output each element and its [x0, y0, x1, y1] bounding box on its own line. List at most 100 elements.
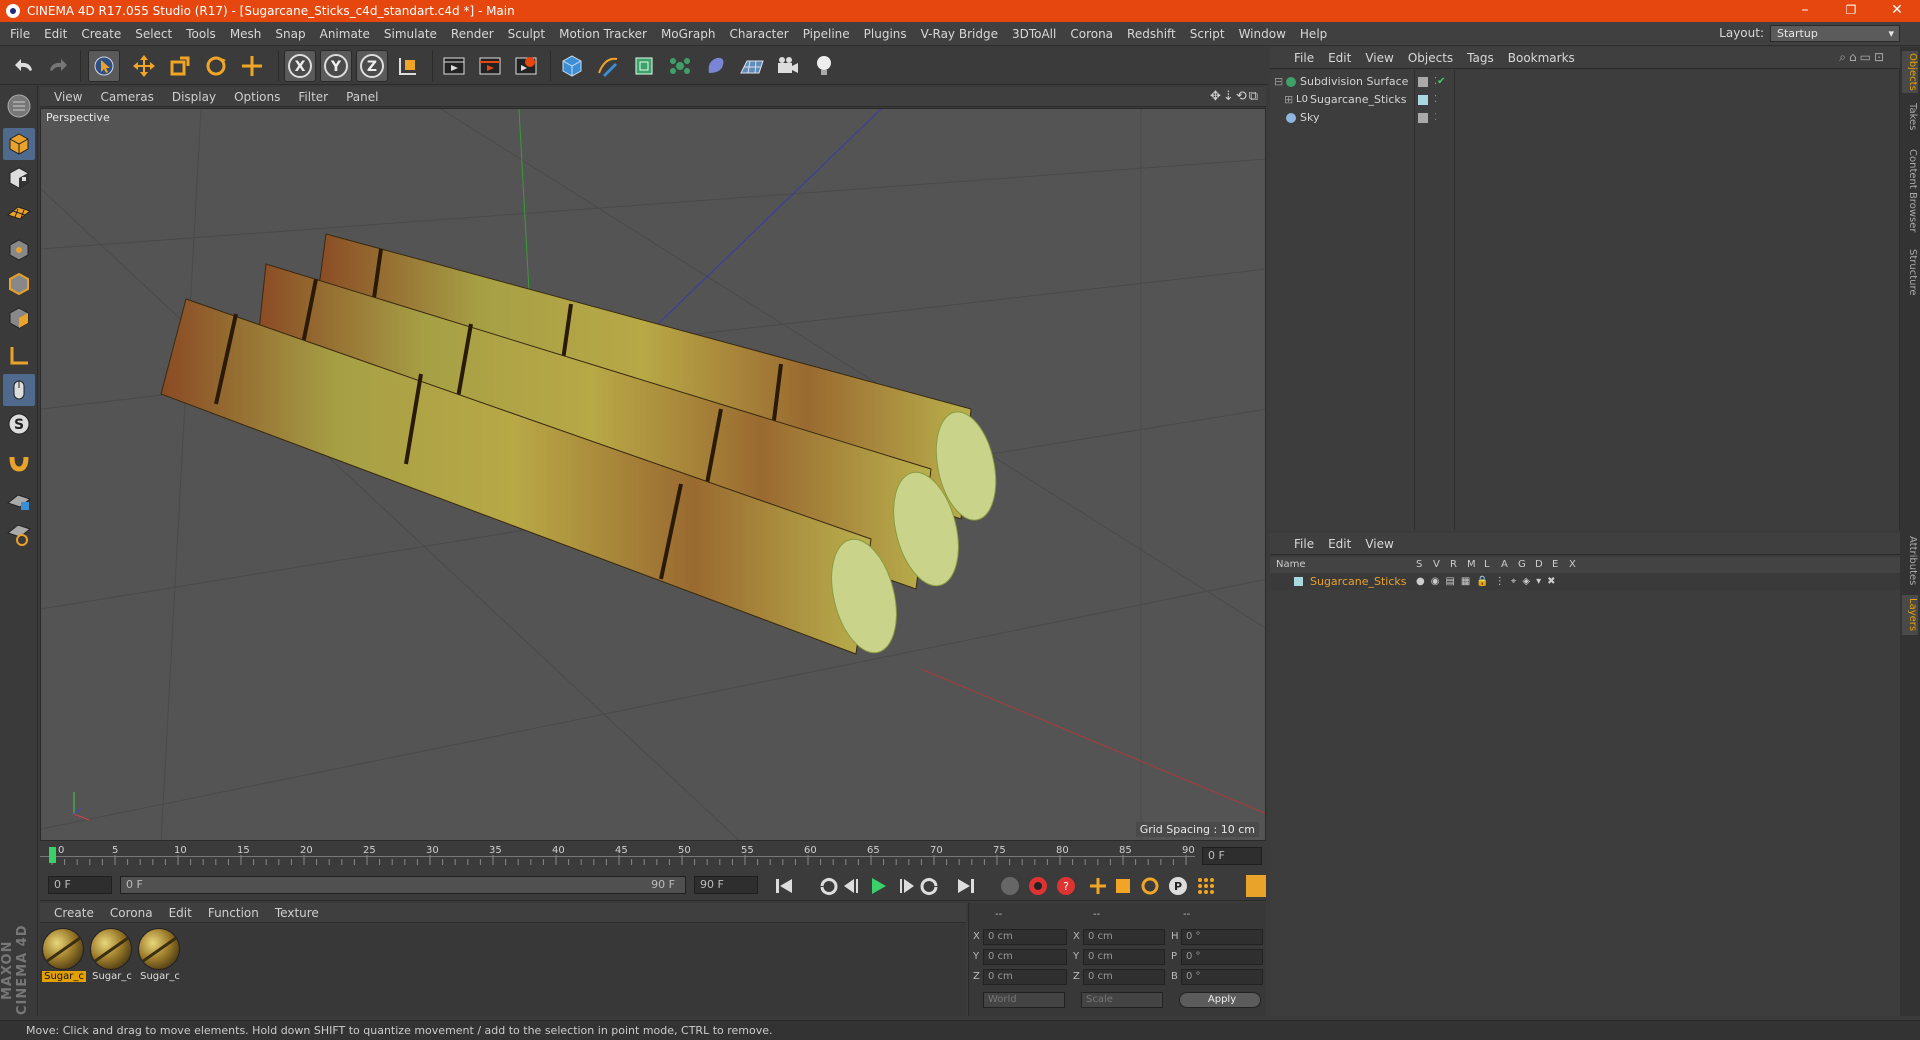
layer-header-a[interactable]: A	[1501, 557, 1508, 573]
object-row-sky[interactable]: Sky ⁚	[1270, 109, 1900, 127]
floor-environment-icon[interactable]	[736, 50, 768, 82]
current-frame-field[interactable]: 0 F	[1202, 847, 1262, 865]
visibility-dots-icon[interactable]: ⁚	[1434, 109, 1437, 127]
z-axis-lock-button[interactable]: Z	[356, 50, 388, 82]
size-mode-select[interactable]: Scale	[1081, 992, 1163, 1008]
playhead[interactable]	[49, 847, 56, 863]
layer-header-d[interactable]: D	[1535, 557, 1543, 573]
planar-workplane-icon[interactable]	[3, 518, 35, 550]
previous-frame-icon[interactable]	[844, 879, 858, 893]
object-menu-bookmarks[interactable]: Bookmarks	[1501, 51, 1582, 65]
rotate-tool-icon[interactable]	[200, 50, 232, 82]
viewport-menu-cameras[interactable]: Cameras	[91, 90, 162, 104]
material-menu-texture[interactable]: Texture	[267, 906, 327, 920]
go-to-end-icon[interactable]	[958, 879, 974, 893]
size-y-field[interactable]: 0 cm	[1083, 949, 1165, 965]
transform-tool-icon[interactable]	[236, 50, 268, 82]
expand-icon[interactable]: ⊞	[1284, 91, 1293, 109]
tab-objects[interactable]: Objects	[1902, 51, 1918, 93]
undo-icon[interactable]	[8, 50, 40, 82]
material-menu-function[interactable]: Function	[200, 906, 267, 920]
menu-sculpt[interactable]: Sculpt	[501, 27, 552, 41]
edges-mode-icon[interactable]	[3, 268, 35, 300]
enabled-check-icon[interactable]: ⁚✔	[1434, 73, 1446, 91]
rotation-p-field[interactable]: 0 °	[1181, 949, 1263, 965]
menu-help[interactable]: Help	[1293, 27, 1334, 41]
next-frame-icon[interactable]	[900, 879, 914, 893]
object-row-sugarcane-sticks[interactable]: ⊞ L0 Sugarcane_Sticks ⁚	[1270, 91, 1900, 109]
object-row-subdivision-surface[interactable]: ⊟ Subdivision Surface ⁚✔	[1270, 73, 1900, 91]
coordinate-system-icon[interactable]	[392, 50, 424, 82]
locked-workplane-icon[interactable]	[3, 484, 35, 516]
position-x-field[interactable]: 0 cm	[983, 929, 1067, 945]
viewport-nav-icons[interactable]: ✥⇣⟲⧉	[1210, 89, 1260, 104]
object-menu-tags[interactable]: Tags	[1460, 51, 1501, 65]
menu-edit[interactable]: Edit	[37, 27, 74, 41]
y-axis-lock-button[interactable]: Y	[320, 50, 352, 82]
tab-attributes[interactable]: Attributes	[1902, 533, 1918, 589]
viewport-menu-panel[interactable]: Panel	[337, 90, 387, 104]
tab-layers[interactable]: Layers	[1902, 595, 1918, 635]
maximize-button[interactable]: ❐	[1828, 0, 1874, 22]
next-keyframe-icon[interactable]	[920, 878, 938, 895]
menu-tools[interactable]: Tools	[179, 27, 223, 41]
menu-plugins[interactable]: Plugins	[857, 27, 914, 41]
spline-pen-icon[interactable]	[592, 50, 624, 82]
scale-tool-icon[interactable]	[164, 50, 196, 82]
apply-button[interactable]: Apply	[1179, 992, 1261, 1008]
layer-header-l[interactable]: L	[1484, 557, 1490, 573]
tab-takes[interactable]: Takes	[1902, 99, 1918, 135]
timeline-icon[interactable]	[1246, 875, 1266, 897]
rotation-b-field[interactable]: 0 °	[1181, 969, 1263, 985]
visibility-dots-icon[interactable]: ⁚	[1434, 91, 1437, 109]
tweak-mode-icon[interactable]	[3, 374, 35, 406]
viewport-menu-options[interactable]: Options	[225, 90, 289, 104]
render-settings-icon[interactable]	[510, 50, 542, 82]
viewport-menu-view[interactable]: View	[40, 90, 91, 104]
position-y-field[interactable]: 0 cm	[983, 949, 1067, 965]
subdivision-surface-icon[interactable]	[628, 50, 660, 82]
record-keys-icons[interactable]: ?	[1001, 877, 1075, 895]
menu-redshift[interactable]: Redshift	[1120, 27, 1183, 41]
layer-header-m[interactable]: M	[1467, 557, 1476, 573]
menu-3dtoall[interactable]: 3DToAll	[1005, 27, 1063, 41]
axis-mode-icon[interactable]	[3, 340, 35, 372]
menu-character[interactable]: Character	[722, 27, 795, 41]
position-z-field[interactable]: 0 cm	[983, 969, 1067, 985]
menu-window[interactable]: Window	[1232, 27, 1293, 41]
menu-snap[interactable]: Snap	[268, 27, 312, 41]
material-swatch[interactable]: Sugar_c	[42, 928, 86, 984]
menu-select[interactable]: Select	[128, 27, 179, 41]
redo-icon[interactable]	[42, 50, 74, 82]
layer-swatch-icon[interactable]	[1418, 77, 1428, 87]
cube-object-icon[interactable]	[556, 50, 588, 82]
menu-animate[interactable]: Animate	[313, 27, 377, 41]
tab-structure[interactable]: Structure	[1902, 245, 1918, 299]
menu-motion-tracker[interactable]: Motion Tracker	[552, 27, 654, 41]
timeline-ruler[interactable]: 0 5 10 15 20 25 30 35 40 45 50 55 60 65 …	[40, 843, 1266, 869]
menu-render[interactable]: Render	[444, 27, 501, 41]
max-time-field[interactable]: 90 F	[694, 876, 758, 894]
size-z-field[interactable]: 0 cm	[1083, 969, 1165, 985]
layer-header-e[interactable]: E	[1552, 557, 1558, 573]
menu-mesh[interactable]: Mesh	[223, 27, 269, 41]
minimize-button[interactable]: –	[1782, 0, 1828, 22]
key-filter-icons[interactable]: P	[1090, 877, 1214, 895]
rotation-h-field[interactable]: 0 °	[1181, 929, 1263, 945]
min-time-field[interactable]: 0 F	[48, 876, 112, 894]
layer-header-r[interactable]: R	[1450, 557, 1457, 573]
go-to-start-icon[interactable]	[776, 879, 792, 893]
points-mode-icon[interactable]	[3, 234, 35, 266]
layer-header-x[interactable]: X	[1569, 557, 1576, 573]
layer-menu-edit[interactable]: Edit	[1321, 537, 1358, 551]
object-menu-file[interactable]: File	[1270, 51, 1321, 65]
material-menu-edit[interactable]: Edit	[161, 906, 200, 920]
move-tool-icon[interactable]	[128, 50, 160, 82]
object-manager-nav-icons[interactable]: ⌕⌂▭⊡	[1832, 50, 1894, 65]
layer-swatch-icon[interactable]	[1418, 113, 1428, 123]
preview-range-slider[interactable]: 0 F 90 F	[120, 876, 686, 894]
viewport-menu-display[interactable]: Display	[163, 90, 225, 104]
object-menu-objects[interactable]: Objects	[1401, 51, 1460, 65]
render-view-icon[interactable]	[438, 50, 470, 82]
menu-script[interactable]: Script	[1183, 27, 1232, 41]
